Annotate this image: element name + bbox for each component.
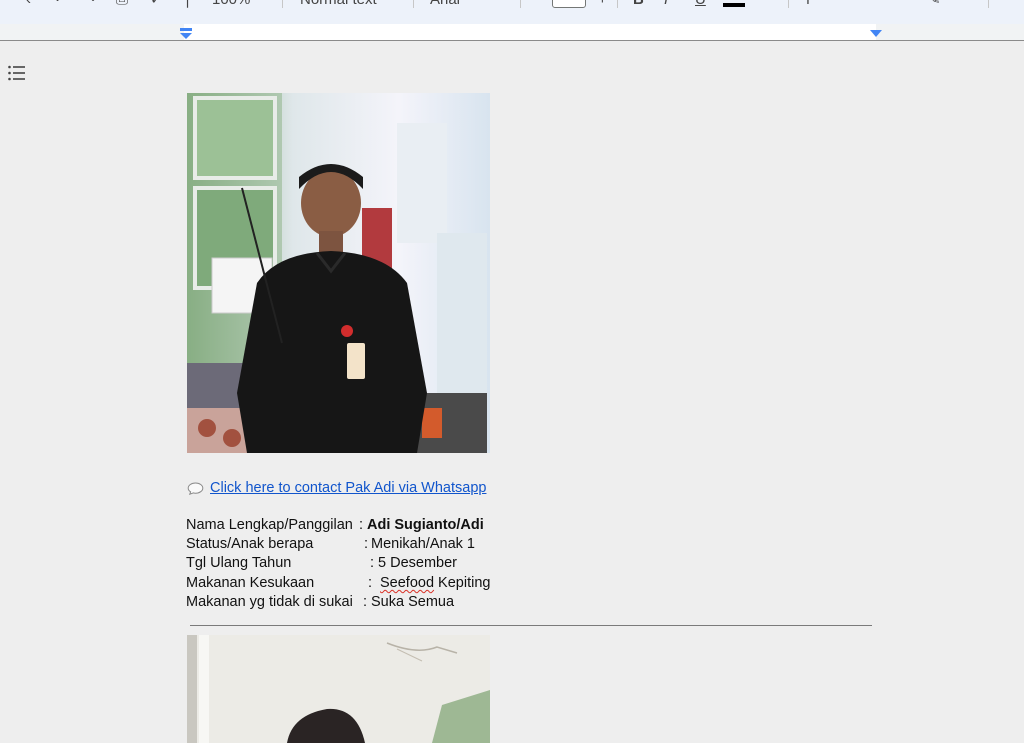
info-row-birthday: Tgl Ulang Tahun : 5 Desember — [186, 554, 457, 573]
font-size-input[interactable] — [552, 0, 586, 8]
text-color-icon[interactable] — [723, 3, 745, 7]
info-row-name: Nama Lengkap/Panggilan : Adi Sugianto/Ad… — [186, 516, 484, 535]
info-label: Makanan Kesukaan — [186, 575, 315, 591]
left-indent-marker[interactable] — [180, 28, 192, 40]
bold-icon[interactable]: B — [633, 0, 644, 10]
print-icon[interactable]: ⎙ — [116, 0, 128, 10]
info-value: Menikah/Anak 1 — [371, 536, 475, 552]
horizontal-rule — [190, 625, 872, 626]
outline-icon[interactable] — [7, 64, 27, 82]
toolbar-divider — [988, 0, 989, 8]
info-label: Status/Anak berapa — [186, 536, 314, 552]
toolbar-divider — [282, 0, 283, 8]
info-separator: : — [359, 517, 364, 533]
link-icon[interactable]: ǀ — [806, 0, 810, 10]
info-separator: : — [364, 536, 369, 552]
spellcheck-icon[interactable]: ✓ — [150, 0, 163, 10]
toolbar-divider — [617, 0, 618, 8]
profile-photo[interactable] — [187, 93, 490, 453]
info-separator: : — [363, 594, 368, 610]
info-row-disliked-food: Makanan yg tidak di sukai : Suka Semua — [186, 593, 454, 612]
info-value: Suka Semua — [371, 594, 455, 610]
ruler-right-margin — [876, 24, 1024, 40]
ruler-left-margin — [0, 24, 184, 40]
redo-icon[interactable]: ↷ — [84, 0, 97, 10]
toolbar: ‹ ↶ ↷ ⎙ ✓ ╿ 100% Normal text Arial + B I… — [0, 0, 1024, 24]
ruler — [0, 24, 1024, 41]
info-value: Kepiting — [434, 575, 491, 591]
toolbar-divider — [520, 0, 521, 8]
paint-format-icon[interactable]: ╿ — [183, 0, 192, 10]
misspelled-word[interactable]: Seefood — [380, 575, 434, 591]
info-label: Tgl Ulang Tahun — [186, 555, 292, 571]
info-separator: : — [370, 555, 375, 571]
toolbar-divider — [413, 0, 414, 8]
info-label: Nama Lengkap/Panggilan — [186, 517, 353, 533]
contact-row: Click here to contact Pak Adi via Whatsa… — [187, 478, 486, 498]
underline-icon[interactable]: U — [695, 0, 706, 10]
undo-icon[interactable]: ↶ — [54, 0, 67, 10]
increase-font-size-icon[interactable]: + — [598, 0, 607, 10]
info-label: Makanan yg tidak di sukai — [186, 594, 353, 610]
right-indent-marker[interactable] — [870, 29, 882, 39]
style-select[interactable]: Normal text — [300, 0, 377, 10]
whatsapp-contact-link[interactable]: Click here to contact Pak Adi via Whatsa… — [210, 480, 486, 496]
info-row-favorite-food: Makanan Kesukaan : Seefood Kepiting — [186, 574, 490, 593]
info-separator: : — [368, 575, 373, 591]
back-icon[interactable]: ‹ — [26, 0, 31, 10]
info-value: Adi Sugianto/Adi — [367, 517, 484, 533]
italic-icon[interactable]: I — [664, 0, 668, 10]
edit-mode-icon[interactable]: ✎ — [928, 0, 941, 10]
info-value: 5 Desember — [378, 555, 457, 571]
zoom-select[interactable]: 100% — [212, 0, 250, 10]
toolbar-divider — [788, 0, 789, 8]
second-photo[interactable] — [187, 635, 490, 743]
chat-bubble-icon — [187, 481, 204, 495]
info-row-status: Status/Anak berapa : Menikah/Anak 1 — [186, 535, 475, 554]
font-select[interactable]: Arial — [430, 0, 460, 10]
